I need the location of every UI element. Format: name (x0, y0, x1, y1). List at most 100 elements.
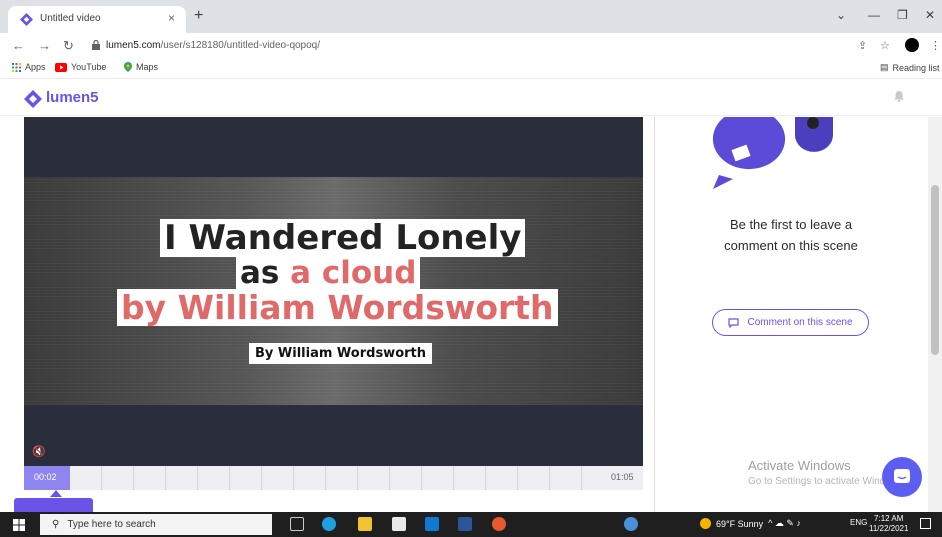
timeline-cell (422, 466, 454, 490)
tray-icons[interactable]: ^ ☁ ✎ ♪ (768, 518, 801, 529)
timeline-cell (454, 466, 486, 490)
comment-on-scene-button[interactable]: Comment on this scene (712, 309, 869, 336)
word-icon[interactable] (458, 517, 472, 531)
video-preview[interactable]: I Wandered Lonely as a cloud by William … (24, 117, 643, 466)
store-icon[interactable] (392, 517, 406, 531)
restore-icon[interactable]: ❐ (897, 8, 908, 22)
reload-icon[interactable]: ↻ (63, 38, 74, 54)
tab-search-chevron-icon[interactable]: ⌄ (836, 8, 846, 22)
tray-app-icon[interactable] (624, 517, 638, 531)
chrome-icon[interactable] (492, 517, 506, 531)
timeline-cell (230, 466, 262, 490)
timeline-cell (70, 466, 102, 490)
timeline-cell (358, 466, 390, 490)
app-logo[interactable]: lumen5 (46, 89, 99, 106)
chat-icon (894, 469, 910, 483)
browser-tab[interactable]: Untitled video × (8, 6, 186, 33)
file-explorer-icon[interactable] (358, 517, 372, 531)
weather-text: 69°F Sunny (716, 518, 764, 529)
sun-icon (700, 518, 711, 529)
comment-illustration (712, 117, 833, 189)
bookmark-maps[interactable]: Maps (124, 62, 158, 72)
timeline-cell (198, 466, 230, 490)
timeline-end-time: 01:05 (611, 472, 634, 482)
weather-widget[interactable]: 69°F Sunny ^ ☁ ✎ ♪ (700, 518, 801, 529)
timeline-cell (102, 466, 134, 490)
profile-avatar[interactable] (905, 38, 919, 52)
app-header: lumen5 (0, 80, 942, 116)
timeline-cell (550, 466, 582, 490)
timeline-cell (262, 466, 294, 490)
line2-accent: a cloud (290, 255, 417, 291)
scene-title-line-1: I Wandered Lonely (160, 219, 526, 257)
tab-title: Untitled video (40, 13, 101, 24)
share-icon[interactable]: ⇪ (858, 39, 867, 52)
forward-arrow-icon[interactable]: → (38, 38, 51, 53)
comment-icon (728, 317, 740, 328)
timeline-cell (166, 466, 198, 490)
browser-toolbar: ← → ↻ lumen5.com/user/s128180/untitled-v… (0, 33, 942, 59)
new-tab-icon[interactable]: + (194, 7, 203, 25)
search-placeholder: Type here to search (67, 519, 156, 530)
maps-pin-icon (124, 62, 132, 72)
timeline[interactable]: 00:02 01:05 (24, 466, 643, 490)
clock-time: 7:12 AM (874, 514, 904, 523)
windows-start-icon[interactable] (13, 519, 25, 531)
empty-comments-message: Be the first to leave a comment on this … (655, 214, 927, 256)
bookmark-star-icon[interactable]: ☆ (880, 39, 890, 52)
activate-windows-title: Activate Windows (748, 458, 851, 473)
reading-list[interactable]: ▤ Reading list (880, 62, 940, 73)
tab-close-icon[interactable]: × (168, 11, 175, 25)
reading-list-label: Reading list (892, 62, 940, 73)
scene-title-line-2: as a cloud (236, 255, 421, 291)
lumen5-logo-icon[interactable] (24, 90, 42, 108)
bookmark-youtube[interactable]: YouTube (55, 62, 106, 72)
playhead-marker[interactable] (50, 490, 62, 497)
timeline-cell (390, 466, 422, 490)
comment-button-label: Comment on this scene (747, 317, 853, 328)
timeline-current-time: 00:02 (34, 472, 57, 482)
intercom-chat-button[interactable] (882, 457, 922, 497)
clock-date: 11/22/2021 (869, 524, 909, 533)
url-host: lumen5.com (106, 40, 161, 51)
message-line-1: Be the first to leave a (729, 217, 853, 232)
scrollbar-thumb[interactable] (931, 185, 939, 355)
timeline-cell (294, 466, 326, 490)
youtube-icon (55, 62, 67, 72)
bookmarks-bar: Apps YouTube Maps ▤ Reading list (0, 59, 942, 79)
timeline-cell (134, 466, 166, 490)
reading-list-icon: ▤ (880, 62, 889, 72)
scene-background-image: I Wandered Lonely as a cloud by William … (24, 177, 643, 405)
timeline-playhead-segment[interactable]: 00:02 (24, 466, 70, 490)
lumen5-favicon-icon (20, 13, 33, 26)
vertical-scrollbar[interactable] (928, 117, 942, 512)
mute-icon[interactable]: 🔇 (32, 445, 46, 458)
notification-bell-icon[interactable] (892, 89, 906, 103)
taskbar-clock[interactable]: 7:12 AM 11/22/2021 (869, 514, 908, 534)
notification-center-icon[interactable] (920, 518, 931, 529)
bookmark-label: Apps (25, 62, 46, 72)
minimize-icon[interactable]: — (868, 8, 880, 22)
windows-taskbar: ⚲ Type here to search 69°F Sunny ^ ☁ ✎ ♪… (0, 512, 942, 537)
search-icon: ⚲ (52, 519, 60, 530)
lock-icon (92, 40, 100, 50)
menu-dots-icon[interactable]: ⋮ (930, 39, 941, 52)
bookmark-label: YouTube (71, 62, 107, 72)
edge-icon[interactable] (322, 517, 336, 531)
address-bar[interactable]: lumen5.com/user/s128180/untitled-video-q… (106, 40, 320, 51)
timeline-cell (518, 466, 550, 490)
scene-action-button[interactable] (14, 498, 93, 512)
mail-icon[interactable] (425, 517, 439, 531)
task-view-icon[interactable] (290, 517, 304, 531)
close-window-icon[interactable]: ✕ (925, 8, 935, 22)
bookmark-apps[interactable]: Apps (12, 62, 46, 72)
browser-tab-strip: Untitled video × + ⌄ — ❐ ✕ (0, 0, 942, 33)
language-indicator[interactable]: ENG (850, 518, 867, 527)
back-arrow-icon[interactable]: ← (12, 38, 25, 53)
scene-title-line-3: by William Wordsworth (117, 289, 558, 326)
apps-grid-icon (12, 62, 21, 72)
message-line-2: comment on this scene (724, 238, 858, 253)
taskbar-search-box[interactable]: ⚲ Type here to search (40, 514, 272, 535)
bookmark-label: Maps (136, 62, 159, 72)
comments-panel: Be the first to leave a comment on this … (654, 117, 926, 512)
